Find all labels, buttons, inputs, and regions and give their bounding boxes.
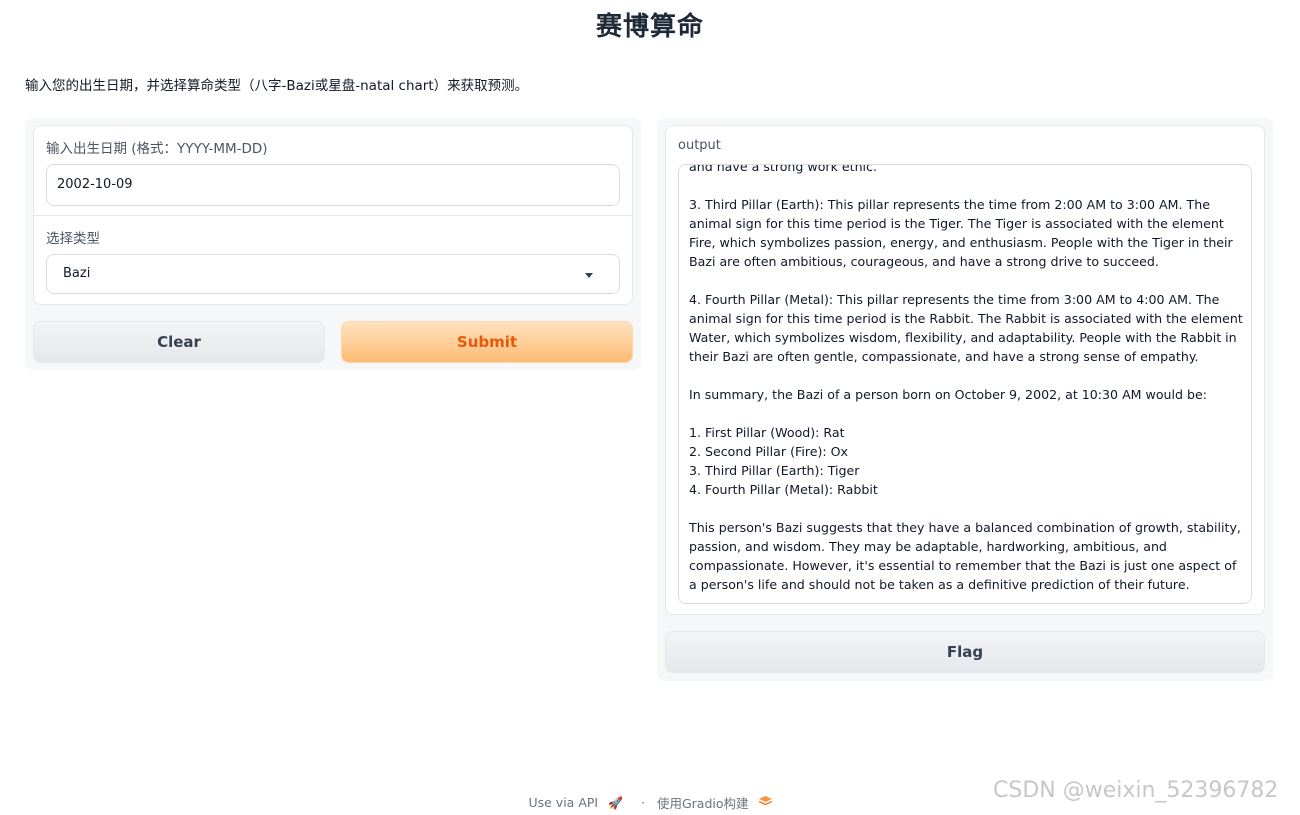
rocket-icon: 🚀 — [608, 795, 624, 810]
use-via-api-link[interactable]: Use via API — [528, 795, 598, 810]
date-field-label: 输入出生日期 (格式：YYYY-MM-DD) — [46, 141, 268, 157]
divider — [34, 215, 632, 216]
clear-button[interactable]: Clear — [33, 321, 325, 363]
output-panel: output and have a strong work ethic. 3. … — [657, 118, 1273, 681]
submit-button[interactable]: Submit — [341, 321, 633, 363]
output-label: output — [678, 138, 721, 153]
chevron-down-icon[interactable] — [585, 273, 593, 278]
page-description: 输入您的出生日期，并选择算命类型（八字-Bazi或星盘-natal chart）… — [25, 78, 529, 94]
built-with-gradio-link[interactable]: 使用Gradio构建 — [657, 793, 749, 812]
type-field-label: 选择类型 — [46, 231, 100, 247]
footer-separator: · — [641, 795, 645, 810]
output-textbox[interactable]: and have a strong work ethic. 3. Third P… — [678, 164, 1252, 604]
type-dropdown-value: Bazi — [63, 266, 91, 281]
watermark-text: CSDN @weixin_52396782 — [993, 778, 1279, 803]
input-panel: 输入出生日期 (格式：YYYY-MM-DD) 2002-10-09 选择类型 B… — [25, 118, 641, 370]
gradio-logo-icon — [758, 795, 772, 810]
form-card: 输入出生日期 (格式：YYYY-MM-DD) 2002-10-09 选择类型 B… — [33, 125, 633, 305]
type-dropdown[interactable]: Bazi — [46, 254, 620, 294]
flag-button[interactable]: Flag — [665, 631, 1265, 673]
output-text: and have a strong work ethic. 3. Third P… — [689, 164, 1243, 592]
birth-date-input[interactable]: 2002-10-09 — [46, 164, 620, 206]
output-card: output and have a strong work ethic. 3. … — [665, 125, 1265, 615]
page-title: 赛博算命 — [595, 12, 704, 42]
